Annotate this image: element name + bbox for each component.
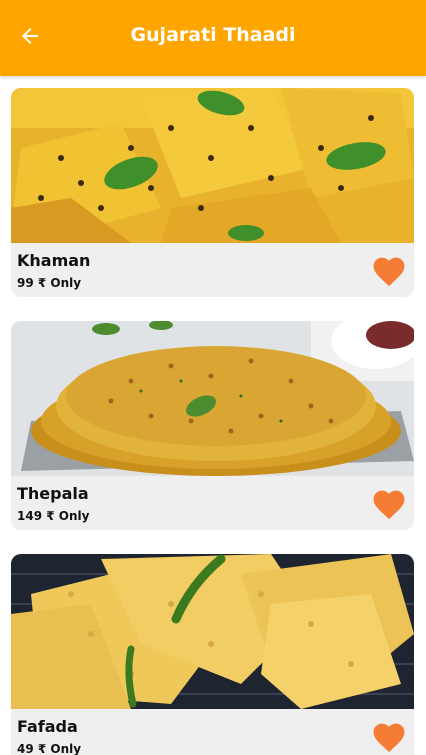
thepala-photo (11, 321, 414, 476)
card-info: Khaman 99 ₹ Only (11, 243, 414, 297)
food-name: Khaman (17, 251, 91, 270)
food-card-khaman[interactable]: Khaman 99 ₹ Only (11, 88, 414, 297)
food-card-thepala[interactable]: Thepala 149 ₹ Only (11, 321, 414, 530)
food-price: 99 ₹ Only (17, 276, 82, 290)
favorite-button[interactable] (370, 253, 408, 287)
food-price: 149 ₹ Only (17, 509, 90, 523)
heart-icon (373, 490, 405, 519)
heart-icon (373, 257, 405, 286)
heart-icon (373, 723, 405, 752)
food-name: Fafada (17, 717, 78, 736)
card-info: Fafada 49 ₹ Only (11, 709, 414, 755)
page-title: Gujarati Thaadi (130, 24, 296, 46)
favorite-button[interactable] (370, 486, 408, 520)
food-name: Thepala (17, 484, 89, 503)
favorite-button[interactable] (370, 719, 408, 753)
app-bar: Gujarati Thaadi (0, 0, 426, 76)
khaman-photo (11, 88, 414, 243)
food-list[interactable]: Khaman 99 ₹ Only Thepala 149 ₹ Only Fafa… (0, 76, 426, 755)
card-info: Thepala 149 ₹ Only (11, 476, 414, 530)
food-price: 49 ₹ Only (17, 742, 82, 755)
food-card-fafada[interactable]: Fafada 49 ₹ Only (11, 554, 414, 755)
fafada-photo (11, 554, 414, 709)
